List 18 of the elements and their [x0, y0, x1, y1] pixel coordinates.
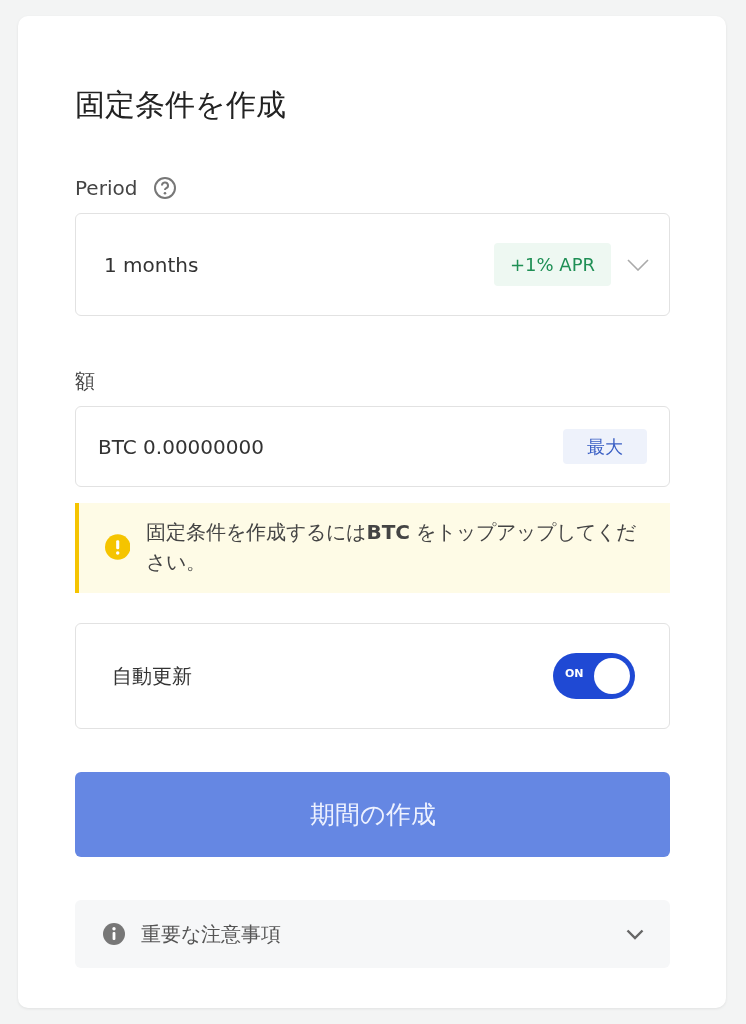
notes-accordion[interactable]: 重要な注意事項 — [75, 900, 670, 968]
info-icon — [103, 923, 125, 945]
period-value: 1 months — [104, 251, 200, 279]
help-icon[interactable] — [153, 176, 178, 200]
form-title: 固定条件を作成 — [75, 88, 287, 121]
amount-label: 額 — [75, 368, 96, 395]
period-select[interactable]: 1 months +1% APR — [75, 213, 670, 316]
max-button[interactable]: 最大 — [563, 429, 647, 464]
amount-field[interactable]: BTC 0.00000000 最大 — [75, 406, 670, 487]
amount-value: BTC 0.00000000 — [98, 433, 265, 461]
warning-icon — [105, 533, 131, 561]
apr-badge: +1% APR — [493, 243, 611, 286]
auto-renew-label: 自動更新 — [112, 663, 193, 690]
period-label: Period — [75, 175, 138, 202]
toggle-switch[interactable]: ON — [553, 653, 635, 699]
warning-text: 固定条件を作成するにはBTC をトップアップしてください。 — [146, 519, 638, 576]
chevron-down-icon — [627, 258, 649, 271]
chevron-down-icon — [626, 928, 644, 940]
